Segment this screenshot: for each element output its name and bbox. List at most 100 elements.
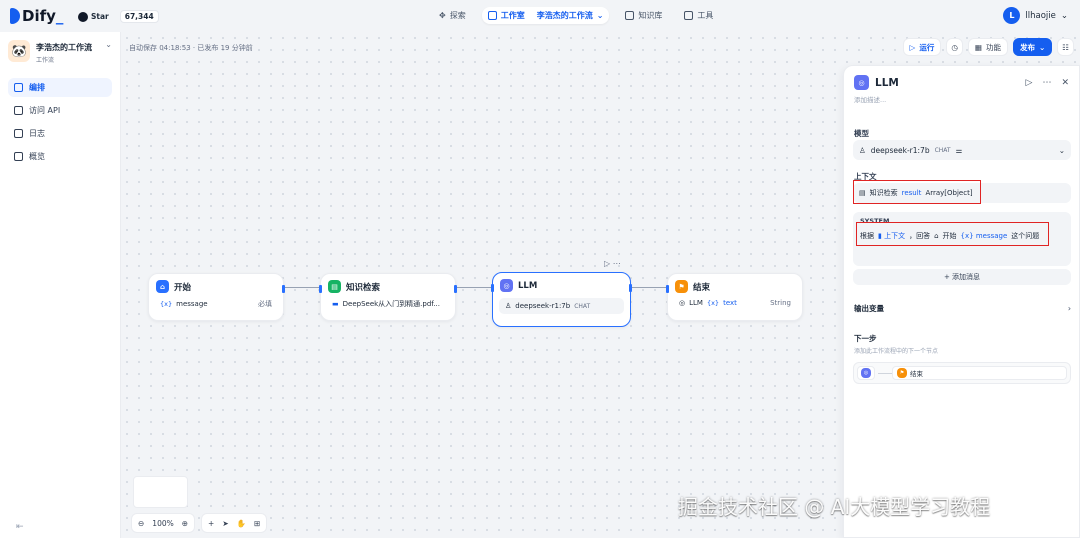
output-handle[interactable] [282, 285, 285, 293]
sidebar-item-orchestrate[interactable]: 编排 [8, 78, 112, 97]
output-handle[interactable] [629, 284, 632, 292]
hand-icon[interactable]: ✋ [237, 519, 246, 528]
node-title: 开始 [174, 282, 192, 293]
brain-icon: ◎ [861, 368, 871, 378]
github-star-button[interactable]: Star 67,344 [78, 10, 159, 23]
model-name: deepseek-r1:7b [870, 145, 930, 155]
top-bar: Dify_ Star 67,344 ✥ 探索 工作室 李浩杰的工作流 ⌄ 知识库 工具… [0, 0, 1080, 32]
variable-source: LLM [689, 299, 703, 307]
pointer-icon[interactable]: ➤ [222, 519, 228, 528]
edge-knowledge-llm [456, 287, 492, 288]
app-header[interactable]: 🐼 李浩杰的工作流 工作流 ⌄ [0, 32, 120, 72]
edge-start-knowledge [284, 287, 320, 288]
play-icon[interactable]: ▷ [1026, 78, 1033, 88]
nav-studio[interactable]: 工作室 李浩杰的工作流 ⌄ [481, 7, 610, 24]
clock-icon: ◷ [951, 42, 958, 52]
close-icon[interactable]: ✕ [1061, 78, 1069, 88]
output-handle[interactable] [454, 285, 457, 293]
sidebar-item-overview[interactable]: 概览 [8, 147, 112, 166]
variable-name: text [723, 299, 737, 307]
highlight-box [856, 222, 1049, 246]
user-menu[interactable]: L llhaojie ⌄ [1003, 7, 1068, 24]
node-start[interactable]: ⌂ 开始 {x} message 必填 [148, 273, 285, 321]
variable-prefix: {x} [706, 299, 720, 307]
node-title: 结束 [693, 282, 711, 293]
settings-icon[interactable]: ⚌ [956, 146, 963, 155]
current-app-switcher[interactable]: 李浩杰的工作流 [537, 10, 593, 21]
history-button[interactable]: ◷ [946, 38, 963, 56]
brain-icon: ◎ [500, 279, 513, 292]
model-icon: ♙ [859, 145, 866, 155]
brain-icon: ◎ [854, 75, 869, 90]
nav-knowledge[interactable]: 知识库 [619, 7, 668, 24]
chevron-down-icon: ⌄ [596, 11, 604, 20]
input-handle[interactable] [666, 285, 669, 293]
description-input[interactable]: 添加描述... [844, 92, 1079, 106]
nav-explore[interactable]: ✥ 探索 [433, 7, 472, 24]
book-icon [625, 11, 635, 20]
watermark: 掘金技术社区 @ AI大模型学习教程 [678, 495, 991, 519]
features-button[interactable]: ▦ 功能 [967, 38, 1008, 56]
node-llm[interactable]: ◎ LLM ♙ deepseek-r1:7b CHAT [491, 272, 632, 327]
nav-explore-label: 探索 [449, 11, 466, 20]
model-name: deepseek-r1:7b [515, 302, 571, 310]
collapse-sidebar-icon[interactable]: ⇤ [16, 522, 24, 532]
layout-icon[interactable]: ⊞ [254, 519, 260, 528]
output-variables-row[interactable]: 输出变量 › [844, 303, 1080, 314]
chart-icon [14, 152, 23, 161]
node-title: LLM [518, 280, 538, 291]
nav-tools[interactable]: 工具 [678, 7, 719, 24]
next-node-chip[interactable]: ⚑ 结束 [892, 366, 1067, 380]
sidebar-item-api[interactable]: 访问 API [8, 101, 112, 120]
compass-icon: ✥ [439, 11, 446, 20]
book-icon: ▤ [328, 280, 341, 293]
sidebar: 🐼 李浩杰的工作流 工作流 ⌄ 编排 访问 API 日志 概览 ⇤ [0, 32, 121, 538]
node-end[interactable]: ⚑ 结束 ◎ LLM {x} text String [666, 273, 803, 321]
chevron-down-icon: ⌄ [1060, 10, 1068, 21]
node-title: 知识检索 [346, 282, 381, 293]
publish-button[interactable]: 发布 ⌄ [1012, 38, 1053, 56]
sidebar-item-label: 概览 [29, 152, 45, 161]
llm-source-icon: ◎ [679, 299, 686, 307]
more-icon[interactable]: ⋯ [613, 259, 621, 268]
add-node-icon[interactable]: + [208, 519, 214, 528]
model-tag: CHAT [934, 146, 951, 154]
model-selector[interactable]: ♙ deepseek-r1:7b CHAT ⚌ ⌄ [853, 140, 1071, 160]
sidebar-item-label: 日志 [29, 129, 45, 138]
model-tag: CHAT [574, 302, 591, 310]
avatar: L [1003, 7, 1021, 24]
github-star-count: 67,344 [119, 10, 159, 23]
highlight-box [853, 180, 981, 204]
sidebar-item-logs[interactable]: 日志 [8, 124, 112, 143]
model-icon: ♙ [505, 302, 512, 310]
run-label: 运行 [919, 42, 935, 52]
zoom-level[interactable]: 100% [152, 519, 173, 528]
run-button[interactable]: ▷ 运行 [902, 38, 942, 56]
app-type: 工作流 [36, 57, 55, 64]
nav-studio-label: 工作室 [500, 11, 525, 20]
chevron-right-icon: › [1067, 304, 1071, 313]
chevron-down-icon: ⌄ [1058, 145, 1065, 155]
play-icon[interactable]: ▷ [604, 259, 610, 268]
more-icon[interactable]: ⋯ [1042, 78, 1051, 88]
output-label: 输出变量 [854, 304, 884, 313]
next-step-desc: 添加此工作流程中的下一个节点 [854, 348, 939, 355]
input-handle[interactable] [491, 284, 494, 292]
layout-icon [14, 83, 23, 92]
zoom-out-icon[interactable]: ⊖ [138, 519, 144, 528]
variable-prefix: {x} [160, 300, 173, 308]
edge-llm-end [631, 287, 667, 288]
node-knowledge-retrieval[interactable]: ▤ 知识检索 ▬ DeepSeek从入门到精通.pdf... [319, 273, 457, 321]
zoom-controls: ⊖ 100% ⊕ + ➤ ✋ ⊞ [131, 513, 268, 533]
terminal-icon [14, 106, 23, 115]
input-handle[interactable] [319, 285, 322, 293]
zoom-in-icon[interactable]: ⊕ [182, 519, 188, 528]
dify-logo[interactable]: Dify_ [10, 7, 63, 25]
panel-title[interactable]: LLM [875, 77, 899, 89]
minimap[interactable] [133, 476, 188, 508]
chevron-down-icon: ⌄ [1038, 42, 1046, 52]
node-action-bar: ▷ ⋯ [604, 259, 621, 268]
sidebar-item-label: 编排 [29, 83, 45, 92]
add-message-button[interactable]: + 添加消息 [853, 269, 1071, 285]
checklist-button[interactable]: ☷ [1057, 38, 1074, 56]
